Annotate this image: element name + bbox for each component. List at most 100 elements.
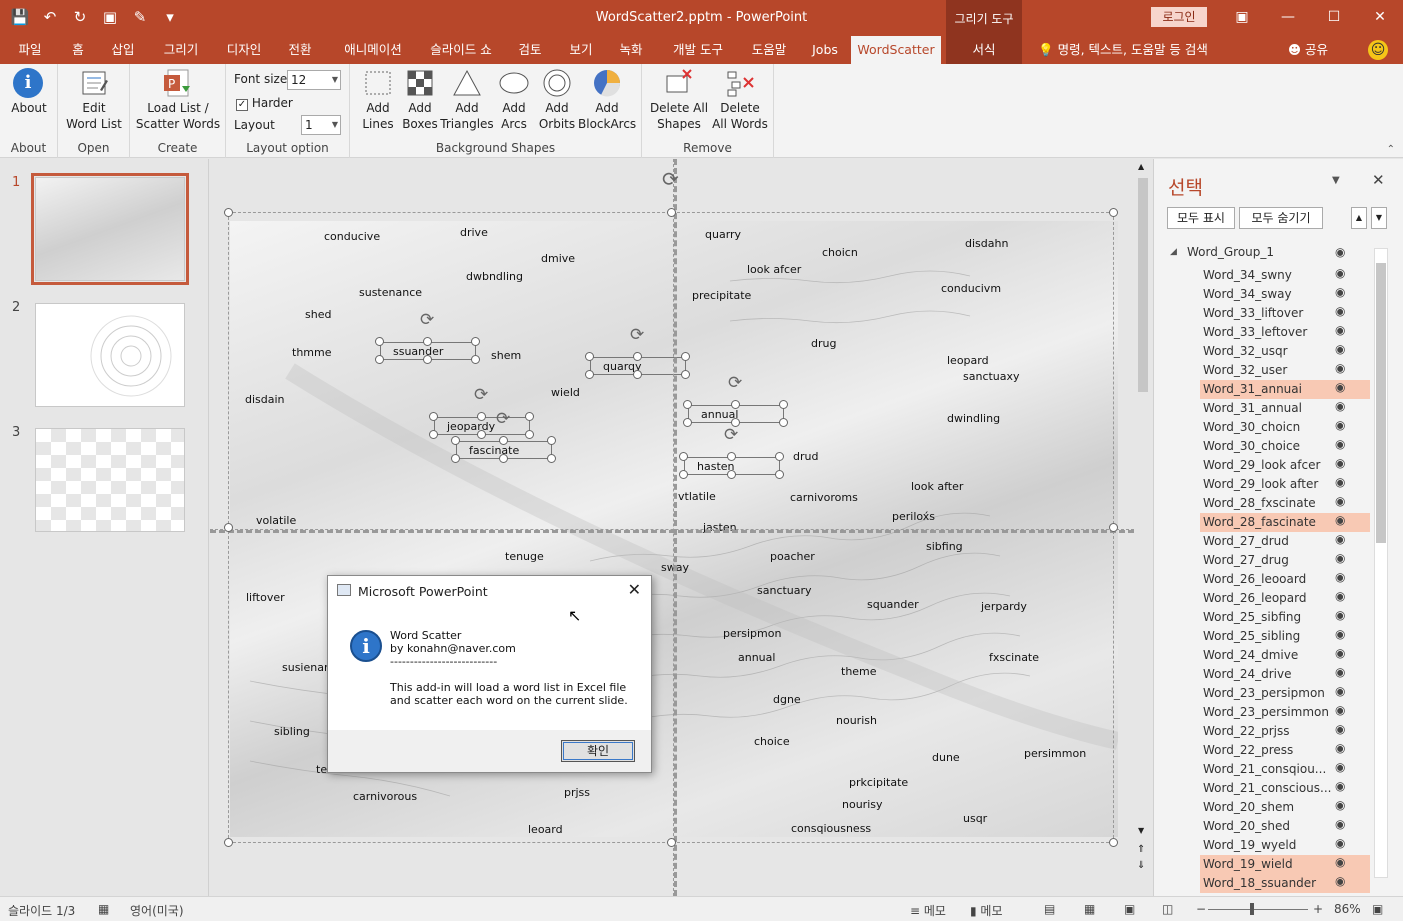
selection-scrollbar[interactable] (1374, 248, 1388, 878)
slide-sorter-icon[interactable]: ▦ (1084, 902, 1095, 916)
tab-insert[interactable]: 삽입 (102, 36, 144, 64)
resize-handle-s[interactable] (667, 838, 676, 847)
scroll-down-icon[interactable]: ▼ (1138, 826, 1144, 835)
visibility-eye-icon[interactable]: ◉ (1335, 608, 1345, 622)
login-button[interactable]: 로그인 (1151, 7, 1207, 27)
load-scatter-button[interactable]: P Load List / Scatter Words (134, 68, 222, 132)
edit-word-list-button[interactable]: Edit Word List (64, 68, 124, 132)
rotate-handle-icon[interactable]: ⟳ (662, 169, 679, 189)
layout-select[interactable]: 1 ▼ (301, 115, 341, 135)
slide-thumbnail-1[interactable] (31, 173, 189, 285)
send-backward-icon[interactable]: ▼ (1371, 207, 1387, 229)
visibility-eye-icon[interactable]: ◉ (1335, 760, 1345, 774)
tab-home[interactable]: 홈 (60, 36, 96, 64)
visibility-eye-icon[interactable]: ◉ (1335, 684, 1345, 698)
zoom-slider-thumb[interactable] (1250, 903, 1254, 915)
add-triangles-button[interactable]: Add Triangles (440, 68, 494, 132)
visibility-eye-icon[interactable]: ◉ (1335, 342, 1345, 356)
slideshow-icon[interactable]: ◫ (1162, 902, 1173, 916)
visibility-eye-icon[interactable]: ◉ (1335, 779, 1345, 793)
tab-animations[interactable]: 애니메이션 (330, 36, 416, 64)
visibility-eye-icon[interactable]: ◉ (1335, 494, 1345, 508)
zoom-out-icon[interactable]: − (1196, 902, 1206, 916)
tab-draw[interactable]: 그리기 (154, 36, 208, 64)
visibility-eye-icon[interactable]: ◉ (1335, 551, 1345, 565)
visibility-eye-icon[interactable]: ◉ (1335, 570, 1345, 584)
normal-view-icon[interactable]: ▤ (1044, 902, 1055, 916)
add-lines-button[interactable]: Add Lines (356, 68, 400, 132)
visibility-eye-icon[interactable]: ◉ (1335, 418, 1345, 432)
visibility-eye-icon[interactable]: ◉ (1335, 703, 1345, 717)
resize-handle-nw[interactable] (224, 208, 233, 217)
visibility-eye-icon[interactable]: ◉ (1335, 874, 1345, 888)
resize-handle-sw[interactable] (224, 838, 233, 847)
tab-jobs[interactable]: Jobs (804, 36, 846, 64)
bring-forward-icon[interactable]: ▲ (1351, 207, 1367, 229)
visibility-eye-icon[interactable]: ◉ (1335, 646, 1345, 660)
visibility-eye-icon[interactable]: ◉ (1335, 513, 1345, 527)
resize-handle-n[interactable] (667, 208, 676, 217)
add-boxes-button[interactable]: Add Boxes (400, 68, 440, 132)
tab-help[interactable]: 도움말 (742, 36, 796, 64)
visibility-eye-icon[interactable]: ◉ (1335, 399, 1345, 413)
visibility-eye-icon[interactable]: ◉ (1335, 836, 1345, 850)
slide-thumbnail-3[interactable] (35, 428, 185, 532)
fit-to-window-icon[interactable]: ▣ (1372, 902, 1383, 916)
tab-file[interactable]: 파일 (8, 36, 52, 64)
visibility-eye-icon[interactable]: ◉ (1335, 323, 1345, 337)
ribbon-display-icon[interactable]: ▣ (1219, 0, 1265, 34)
visibility-eye-icon[interactable]: ◉ (1335, 627, 1345, 641)
notes-button[interactable]: ≡ 메모 (910, 902, 946, 919)
delete-all-shapes-button[interactable]: Delete All Shapes (648, 68, 710, 132)
delete-all-words-button[interactable]: Delete All Words (710, 68, 770, 132)
tab-slideshow[interactable]: 슬라이드 쇼 (420, 36, 502, 64)
feedback-smiley-icon[interactable]: ☺ (1368, 40, 1388, 60)
harder-checkbox[interactable]: ✓ Harder (236, 96, 293, 111)
scroll-up-icon[interactable]: ▲ (1138, 162, 1144, 171)
tab-format[interactable]: 서식 (946, 36, 1022, 64)
tab-view[interactable]: 보기 (560, 36, 602, 64)
selection-scroll-thumb[interactable] (1376, 263, 1386, 543)
tab-review[interactable]: 검토 (510, 36, 550, 64)
prev-slide-icon[interactable]: ⇑ (1137, 844, 1145, 855)
tab-design[interactable]: 디자인 (218, 36, 270, 64)
reading-view-icon[interactable]: ▣ (1124, 902, 1135, 916)
tell-me-search[interactable]: 💡 명령, 텍스트, 도움말 등 검색 (1038, 36, 1208, 64)
collapse-group-icon[interactable]: ◢ (1170, 247, 1177, 257)
visibility-eye-icon[interactable]: ◉ (1335, 722, 1345, 736)
close-icon[interactable]: ✕ (1357, 0, 1403, 34)
share-button[interactable]: ☻ 공유 (1288, 36, 1328, 64)
visibility-eye-icon[interactable]: ◉ (1335, 380, 1345, 394)
comments-button[interactable]: ▮ 메모 (970, 902, 1003, 919)
visibility-eye-icon[interactable]: ◉ (1335, 304, 1345, 318)
add-blockarcs-button[interactable]: Add BlockArcs (578, 68, 636, 132)
tab-transitions[interactable]: 전환 (280, 36, 320, 64)
resize-handle-w[interactable] (224, 523, 233, 532)
visibility-eye-icon[interactable]: ◉ (1335, 665, 1345, 679)
ok-button[interactable]: 확인 (561, 740, 635, 762)
visibility-eye-icon[interactable]: ◉ (1335, 456, 1345, 470)
hide-all-button[interactable]: 모두 숨기기 (1239, 207, 1323, 229)
tab-developer[interactable]: 개발 도구 (662, 36, 734, 64)
collapse-ribbon-icon[interactable]: ⌃ (1387, 144, 1395, 155)
visibility-eye-icon[interactable]: ◉ (1335, 532, 1345, 546)
pane-options-icon[interactable]: ▼ (1332, 175, 1340, 186)
minimize-icon[interactable]: — (1265, 0, 1311, 34)
tab-wordscatter[interactable]: WordScatter (851, 36, 941, 64)
show-all-button[interactable]: 모두 표시 (1167, 207, 1235, 229)
zoom-slider[interactable] (1208, 903, 1308, 915)
resize-handle-e[interactable] (1109, 523, 1118, 532)
visibility-eye-icon[interactable]: ◉ (1335, 437, 1345, 451)
canvas-scrollbar[interactable]: ▲ ▼ ⇑ ⇓ (1136, 162, 1150, 874)
visibility-eye-icon[interactable]: ◉ (1335, 855, 1345, 869)
about-button[interactable]: i About (6, 68, 52, 116)
visibility-eye-icon[interactable]: ◉ (1335, 589, 1345, 603)
maximize-icon[interactable]: ☐ (1311, 0, 1357, 34)
zoom-level[interactable]: 86% (1334, 902, 1361, 916)
scroll-thumb[interactable] (1138, 178, 1148, 392)
group-item[interactable]: Word_Group_1 (1187, 245, 1274, 259)
language-indicator[interactable]: 영어(미국) (130, 902, 184, 919)
visibility-eye-icon[interactable]: ◉ (1335, 266, 1345, 280)
zoom-in-icon[interactable]: + (1313, 902, 1323, 916)
spellcheck-icon[interactable]: ▦ (98, 902, 109, 916)
